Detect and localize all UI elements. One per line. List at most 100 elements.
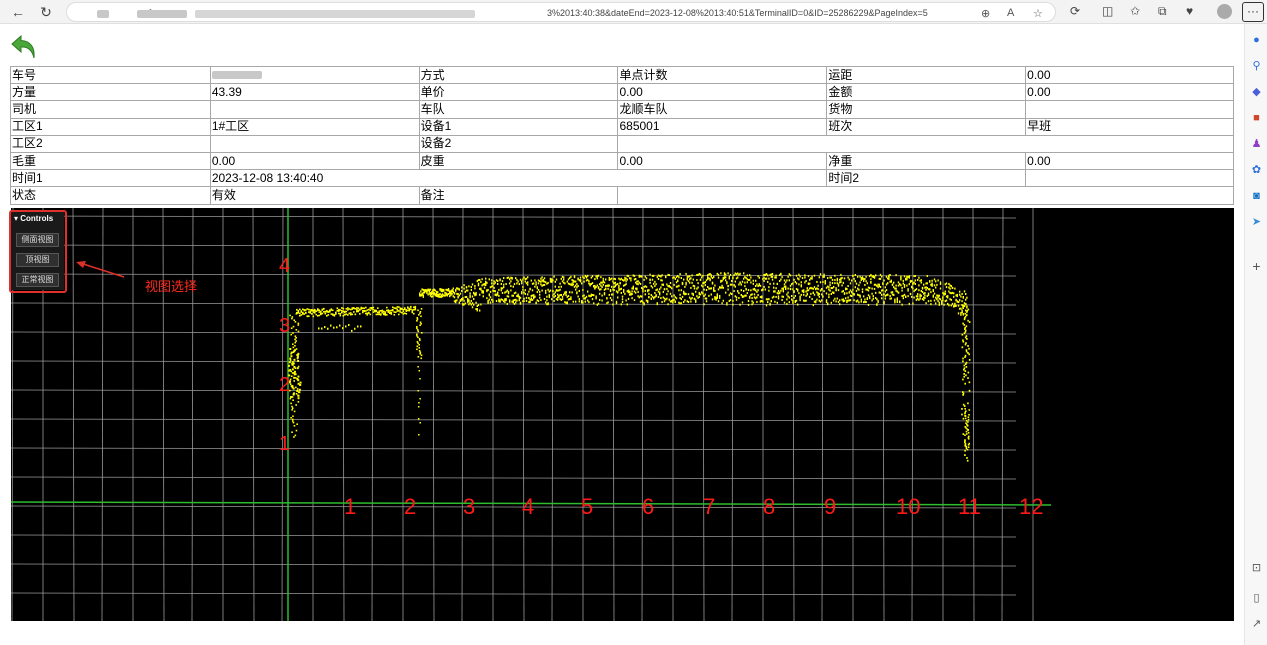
cloud-point: [605, 287, 607, 290]
cloud-point: [701, 291, 703, 294]
cloud-point: [393, 307, 396, 309]
cloud-point: [764, 288, 766, 291]
field-value: 0.00: [1025, 151, 1234, 171]
cloud-point: [942, 291, 944, 294]
send-icon[interactable]: ➤: [1250, 216, 1263, 229]
cloud-point: [333, 326, 335, 329]
cloud-point: [965, 430, 968, 433]
cloud-point: [829, 281, 831, 284]
cloud-point: [745, 288, 747, 291]
cloud-point: [594, 278, 596, 281]
cloud-point: [964, 415, 967, 417]
cloud-point: [386, 313, 388, 316]
external-link-icon[interactable]: ↗: [1250, 618, 1263, 631]
cloud-point: [543, 298, 546, 301]
cloud-point: [516, 299, 518, 302]
cloud-point: [854, 280, 856, 283]
cloud-point: [717, 288, 720, 291]
cloud-point: [889, 273, 891, 276]
cloud-point: [440, 288, 442, 291]
cloud-point: [693, 287, 696, 290]
cloud-point: [667, 285, 669, 288]
cloud-point: [967, 345, 969, 347]
cloud-point: [963, 364, 966, 367]
cloud-point: [624, 284, 626, 287]
refresh-icon[interactable]: ↻: [36, 2, 56, 22]
cloud-point: [292, 399, 294, 401]
cloud-point: [737, 272, 739, 275]
outlook-icon[interactable]: ◙: [1250, 190, 1263, 203]
cloud-point: [494, 293, 496, 296]
favorite-star-icon[interactable]: ☆: [1033, 7, 1043, 20]
grid-line: [11, 244, 1017, 248]
cloud-point: [576, 283, 578, 286]
tag-icon[interactable]: ◆: [1250, 86, 1263, 99]
cloud-point: [930, 299, 932, 302]
cloud-point: [679, 273, 681, 276]
favorites-icon[interactable]: ✩: [1130, 4, 1140, 18]
cloud-point: [761, 296, 763, 299]
cloud-point: [633, 274, 636, 277]
collections-icon[interactable]: ⧉: [1158, 4, 1167, 19]
cloud-point: [561, 298, 564, 301]
cloud-point: [876, 298, 878, 301]
cloud-point: [614, 278, 616, 281]
cloud-point: [961, 292, 963, 295]
zoom-icon[interactable]: ⊕: [981, 7, 990, 20]
cloud-point: [927, 293, 930, 296]
cloud-point: [763, 279, 765, 282]
cloud-point: [656, 288, 658, 291]
profile-avatar[interactable]: [1217, 4, 1232, 19]
cloud-point: [962, 357, 964, 360]
cloud-point: [749, 278, 751, 281]
copilot-icon[interactable]: ✿: [1250, 164, 1263, 177]
cloud-point: [669, 292, 672, 295]
cloud-point: [486, 297, 488, 300]
split-screen-icon[interactable]: ◫: [1102, 4, 1113, 18]
cloud-point: [805, 279, 807, 282]
toolbox-icon[interactable]: ■: [1250, 112, 1263, 125]
cloud-point: [453, 292, 456, 295]
cloud-point: [451, 292, 453, 295]
cloud-point: [756, 296, 758, 299]
cloud-point: [584, 297, 586, 300]
cloud-point: [949, 291, 951, 294]
point-cloud-viewer[interactable]: 1 2 3 4 5 6 7 8 9 10 11 12 1234: [11, 208, 1234, 621]
cloud-point: [639, 300, 642, 303]
cloud-point: [710, 275, 712, 278]
cloud-point: [717, 273, 720, 276]
cloud-point: [795, 287, 798, 290]
cloud-point: [631, 290, 633, 293]
cloud-point: [350, 308, 352, 311]
cloud-point: [828, 293, 830, 296]
cloud-point: [348, 308, 351, 310]
cloud-point: [926, 286, 928, 289]
screenshot-icon[interactable]: ⊡: [1250, 562, 1263, 575]
add-icon[interactable]: +: [1250, 259, 1263, 273]
cloud-point: [384, 311, 387, 313]
more-menu-button[interactable]: ···: [1242, 2, 1264, 22]
cloud-point: [926, 282, 928, 285]
cloud-point: [654, 285, 656, 288]
cloud-point: [417, 366, 419, 368]
cloud-point: [314, 310, 316, 312]
extensions-icon[interactable]: ⟳: [1070, 4, 1080, 18]
sidebar-toggle-icon[interactable]: ▯: [1250, 592, 1263, 605]
cloud-point: [962, 307, 964, 309]
cloud-point: [941, 302, 943, 305]
cloud-point: [291, 316, 294, 318]
bell-icon[interactable]: ●: [1250, 34, 1263, 47]
search-icon[interactable]: ⚲: [1250, 60, 1263, 73]
read-aloud-icon[interactable]: A: [1007, 7, 1014, 19]
games-icon[interactable]: ♟: [1250, 138, 1263, 151]
address-bar[interactable]: ⌂ 3%2013:40:38&dateEnd=2023-12-08%2013:4…: [66, 2, 1056, 22]
cloud-point: [967, 421, 969, 423]
cloud-point: [695, 300, 697, 303]
point-cloud-canvas[interactable]: 1 2 3 4 5 6 7 8 9 10 11 12 1234: [11, 208, 1234, 621]
cloud-point: [601, 281, 603, 284]
cloud-point: [594, 284, 596, 287]
back-nav-icon[interactable]: ←: [8, 2, 28, 22]
cloud-point: [402, 310, 405, 313]
browser-essentials-icon[interactable]: ♥: [1186, 4, 1193, 18]
return-arrow-icon[interactable]: [10, 33, 38, 61]
